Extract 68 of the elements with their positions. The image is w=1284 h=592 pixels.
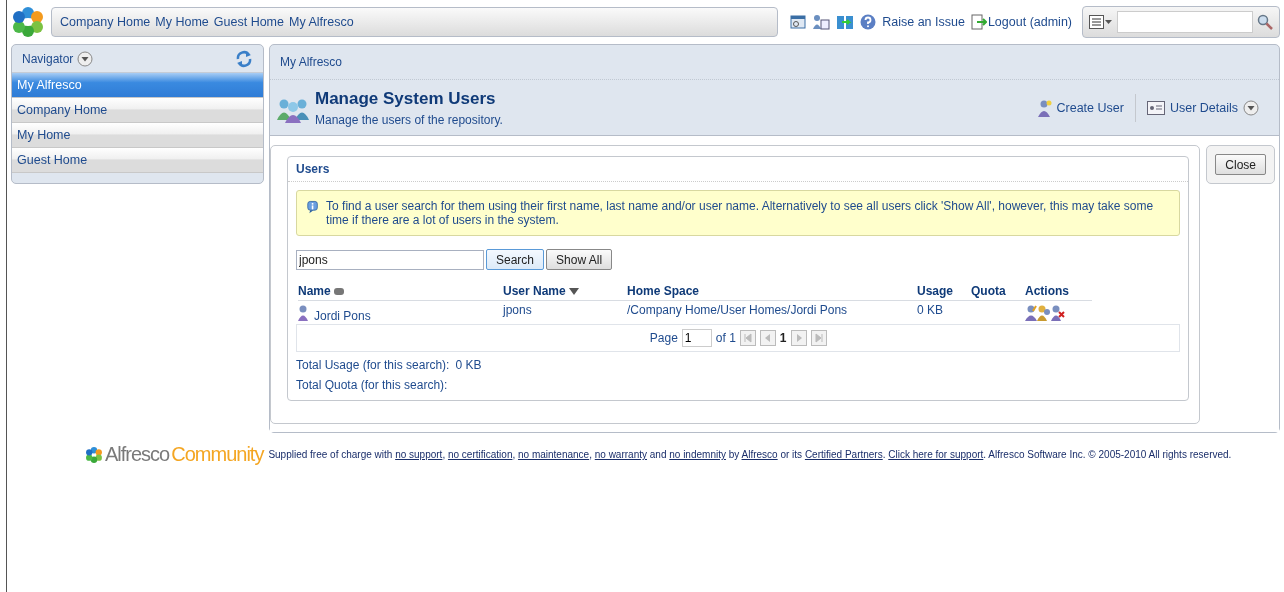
footer-text: Supplied free of charge with no support, no certification, no maintenance, no warranty and no indemnity by Alfresco or its Certified Partners. Click here for support. Alfresco Software Inc. © 2005-2010 All rights reserved. [268, 449, 1232, 460]
show-all-button[interactable]: Show All [546, 249, 613, 270]
logo-edition: Community [171, 443, 264, 466]
user-icon [298, 305, 308, 321]
user-details-link[interactable]: User Details [1169, 100, 1238, 115]
navigator-item[interactable]: Guest Home [12, 148, 263, 173]
navigator-item[interactable]: My Home [12, 123, 263, 148]
search-field[interactable] [1117, 11, 1253, 33]
footer-link[interactable]: no warranty [594, 449, 647, 460]
sort-down-icon[interactable] [569, 288, 580, 295]
home-space-link[interactable]: /Company Home/User Homes/Jordi Pons [627, 303, 848, 317]
table-cell: 0 KB [917, 303, 943, 317]
nav-link[interactable]: My Home [155, 15, 209, 29]
user-list-icon[interactable] [812, 14, 831, 30]
page-label: Page [649, 331, 678, 345]
info-text: To find a user search for them using their first name, last name and/or user name. Alternatively to see all users click 'Show All', however, this may take some time if there are a lot of users in the system. [326, 199, 1155, 227]
users-swap-icon[interactable] [836, 14, 855, 30]
search-button[interactable]: Search [486, 249, 545, 270]
create-user-link[interactable]: Create User [1056, 100, 1124, 115]
footer-link[interactable]: Certified Partners [804, 449, 883, 460]
search-icon[interactable] [1257, 14, 1273, 30]
page-number-field[interactable]: 1 [681, 329, 712, 347]
close-button[interactable]: Close [1215, 154, 1266, 175]
column-header[interactable]: Actions [1025, 282, 1092, 301]
info-icon [307, 199, 319, 215]
user-group-icon[interactable] [1037, 305, 1051, 321]
logo-icon [11, 5, 45, 39]
edit-user-icon[interactable] [1025, 305, 1037, 321]
column-header[interactable]: User Name [503, 282, 627, 301]
list-dropdown-icon[interactable] [1089, 15, 1113, 29]
user-name-link[interactable]: Jordi Pons [314, 309, 371, 323]
current-page: 1 [779, 331, 787, 345]
dropdown-icon[interactable] [77, 50, 94, 67]
logout-icon[interactable] [970, 14, 987, 30]
refresh-icon[interactable] [235, 49, 253, 68]
column-header[interactable]: Usage [917, 282, 971, 301]
user-search-field[interactable]: jpons [296, 249, 484, 270]
footer-link[interactable]: no indemnity [669, 449, 726, 460]
logo-text: Alfresco [105, 443, 170, 466]
column-header[interactable]: Quota [971, 282, 1025, 301]
total-label: Total Quota (for this search): [296, 378, 448, 392]
user-add-icon[interactable] [1037, 98, 1052, 117]
help-icon[interactable] [860, 14, 877, 30]
dropdown-icon[interactable] [1243, 99, 1259, 116]
navigator-item[interactable]: My Alfresco [12, 73, 263, 98]
navigator-title: Navigator [22, 51, 74, 66]
id-card-icon[interactable] [1146, 100, 1165, 115]
total-label: Total Usage (for this search): [296, 358, 450, 372]
nav-link[interactable]: My Alfresco [289, 15, 354, 29]
nav-link[interactable]: Guest Home [213, 15, 284, 29]
column-header[interactable]: Name [298, 282, 503, 301]
total-value: 0 KB [455, 358, 482, 372]
page-count: of 1 [715, 331, 736, 345]
table-cell: jpons [503, 303, 532, 317]
nav-link[interactable]: Company Home [60, 15, 151, 29]
navigator-item[interactable]: Company Home [12, 98, 263, 123]
window-icon[interactable] [790, 14, 807, 30]
page-subtitle: Manage the users of the repository. [315, 112, 503, 127]
sort-icon[interactable] [334, 288, 345, 295]
delete-user-icon[interactable] [1051, 305, 1065, 321]
panel-title: Users [288, 157, 1189, 182]
logo-icon [85, 445, 103, 464]
page-title: Manage System Users [315, 88, 497, 109]
breadcrumb-link[interactable]: My Alfresco [280, 55, 342, 69]
logout-link[interactable]: Logout (admin) [987, 15, 1072, 29]
column-header[interactable]: Home Space [627, 282, 917, 301]
footer-link[interactable]: Alfresco [741, 449, 778, 460]
raise-issue-link[interactable]: Raise an Issue [882, 15, 965, 29]
